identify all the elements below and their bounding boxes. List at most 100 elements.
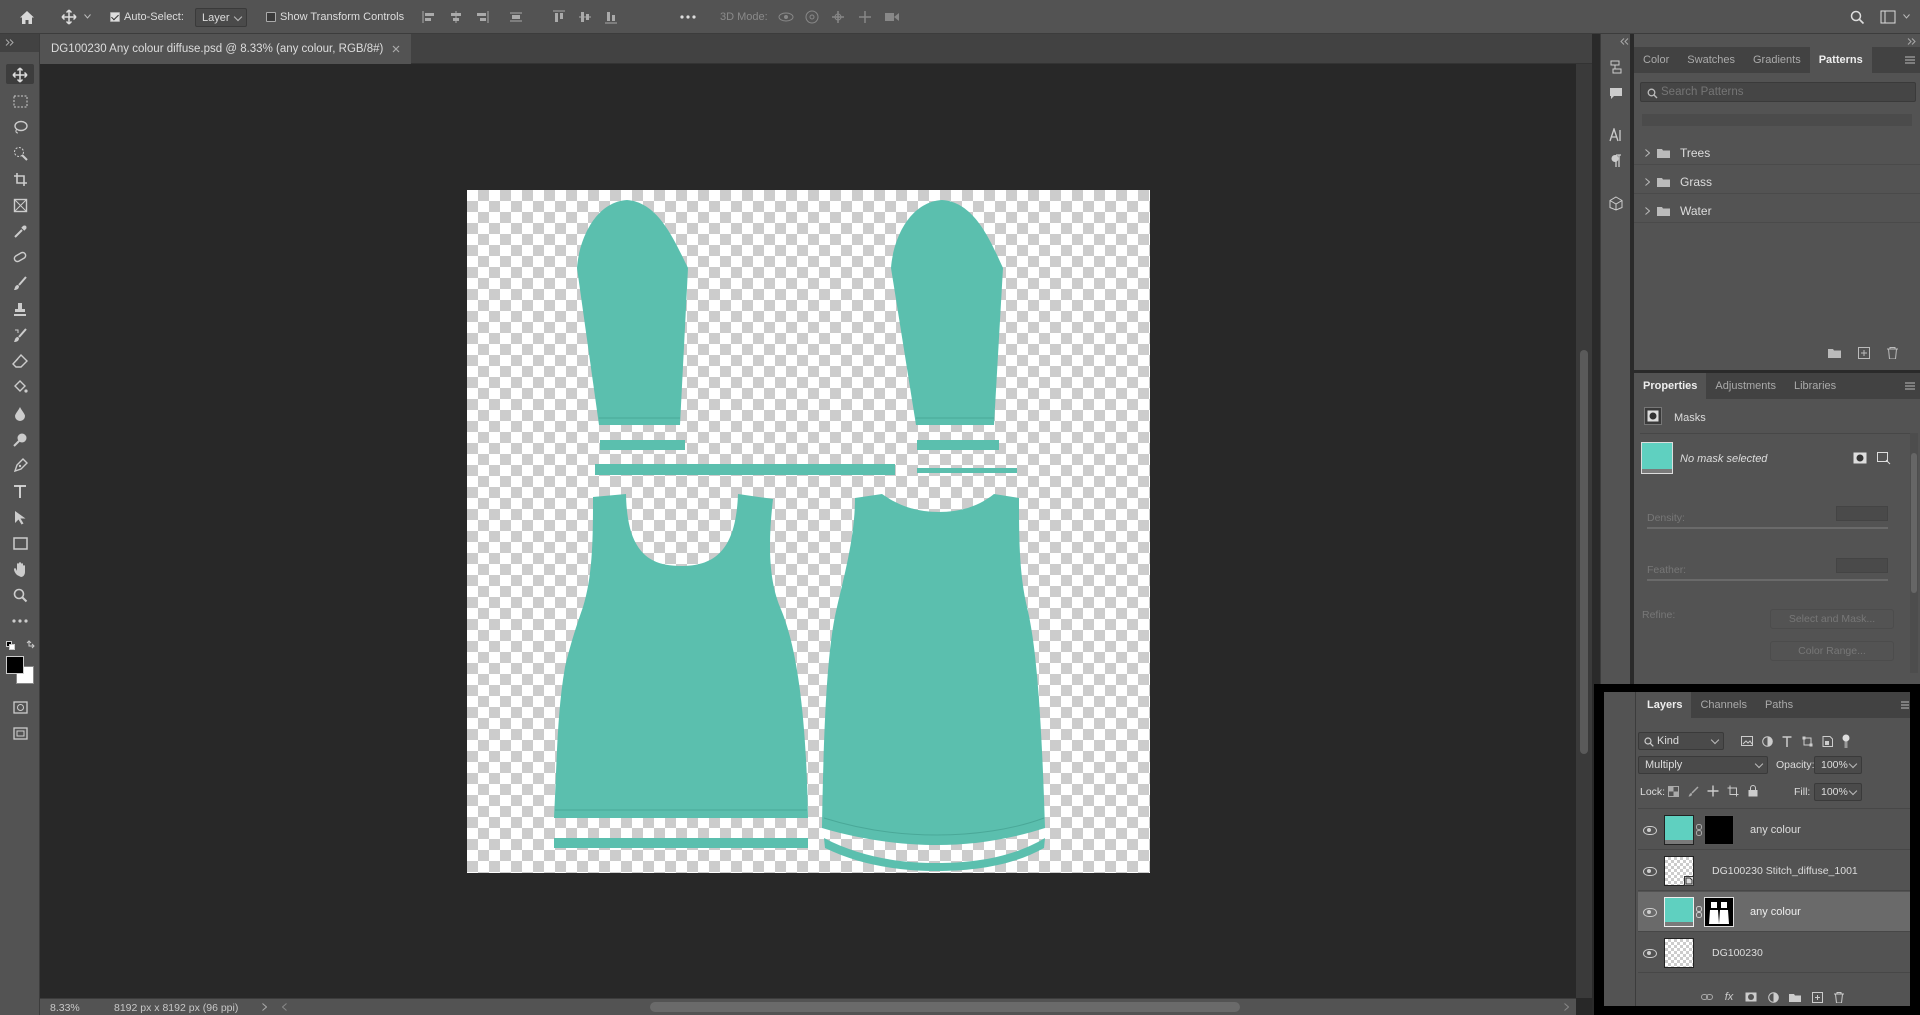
pan-3d-icon[interactable] [830,9,846,25]
tab-patterns[interactable]: Patterns [1809,47,1872,73]
visibility-eye-icon[interactable] [1642,824,1658,836]
align-middle-v-icon[interactable] [577,9,593,25]
screen-mode-icon[interactable] [10,724,30,742]
clone-stamp-tool-icon[interactable] [10,300,30,318]
link-layers-icon[interactable] [1700,991,1714,1003]
blur-tool-icon[interactable] [10,404,30,422]
lock-artboard-icon[interactable] [1726,784,1740,798]
more-horizontal-icon[interactable] [679,9,697,25]
character-panel-icon[interactable] [1606,126,1626,144]
tab-channels[interactable]: Channels [1691,692,1755,718]
new-group-folder-icon[interactable] [1826,346,1842,360]
expand-toolbar-icon[interactable] [4,37,14,47]
swap-colors-icon[interactable] [25,639,35,649]
3d-panel-icon[interactable] [1606,194,1626,212]
filter-toggle-icon[interactable] [1840,733,1852,749]
tab-color[interactable]: Color [1634,47,1678,73]
lock-position-icon[interactable] [1706,784,1720,798]
distribute-icon[interactable] [508,9,524,25]
new-group-icon[interactable] [1788,991,1802,1003]
new-adjustment-layer-icon[interactable] [1766,991,1780,1003]
status-expand-icon[interactable] [260,1002,268,1012]
zoom-tool-icon[interactable] [10,586,30,604]
layer-row[interactable]: DG100230 [1638,933,1910,973]
slide-3d-icon[interactable] [857,9,873,25]
tab-adjustments[interactable]: Adjustments [1706,373,1785,399]
align-center-h-icon[interactable] [448,9,464,25]
tab-paths[interactable]: Paths [1756,692,1802,718]
blend-mode-dropdown[interactable]: Multiply [1638,756,1768,774]
lasso-tool-icon[interactable] [10,118,30,136]
tab-swatches[interactable]: Swatches [1678,47,1744,73]
color-range-button[interactable]: Color Range... [1770,641,1894,661]
add-vector-mask-icon[interactable] [1876,451,1892,465]
eyedropper-tool-icon[interactable] [10,222,30,240]
align-bottom-icon[interactable] [603,9,619,25]
chevron-right-icon[interactable] [1643,207,1651,215]
panel-menu-icon[interactable] [1900,699,1910,711]
add-mask-icon[interactable] [1744,991,1758,1003]
home-icon[interactable] [16,7,38,27]
move-tool-icon[interactable] [10,66,30,84]
link-chain-icon[interactable] [1695,823,1703,837]
collapse-dock-icon[interactable] [1619,36,1629,46]
add-pixel-mask-icon[interactable] [1852,451,1868,465]
properties-scrollbar[interactable] [1910,433,1918,673]
vertical-scrollbar[interactable] [1576,64,1592,998]
panel-menu-icon[interactable] [1904,380,1916,392]
lock-all-icon[interactable] [1746,784,1760,798]
move-tool-icon[interactable] [60,8,78,26]
visibility-eye-icon[interactable] [1642,865,1658,877]
link-chain-icon[interactable] [1695,905,1703,919]
edit-toolbar-icon[interactable] [10,614,30,628]
type-tool-icon[interactable] [10,482,30,500]
layer-filter-kind-dropdown[interactable]: Kind [1638,732,1724,750]
visibility-eye-icon[interactable] [1642,906,1658,918]
hand-tool-icon[interactable] [10,560,30,578]
path-selection-tool-icon[interactable] [10,508,30,526]
density-slider[interactable] [1647,527,1888,529]
fx-icon[interactable]: fx [1722,990,1736,1004]
layer-row-selected[interactable]: any colour [1638,892,1910,932]
layer-row[interactable]: DG100230 Stitch_diffuse_1001 [1638,851,1910,891]
properties-scroll-thumb[interactable] [1911,453,1917,593]
close-tab-icon[interactable] [391,44,401,54]
workspace-icon[interactable] [1878,8,1898,26]
density-value-field[interactable] [1836,506,1888,521]
tab-properties[interactable]: Properties [1634,373,1707,399]
default-colors-icon[interactable] [5,640,15,650]
layer-mask-thumbnail[interactable] [1704,897,1734,927]
chevron-right-icon[interactable] [1643,178,1651,186]
comments-panel-icon[interactable] [1606,84,1626,102]
document-tab[interactable]: DG100230 Any colour diffuse.psd @ 8.33% … [40,34,412,64]
scroll-right-icon[interactable] [1562,1002,1570,1012]
history-panel-icon[interactable] [1606,58,1626,76]
fill-input[interactable]: 100% [1814,783,1862,801]
panel-menu-icon[interactable] [1904,54,1916,66]
pen-tool-icon[interactable] [10,456,30,474]
vertical-scroll-thumb[interactable] [1580,350,1588,754]
opacity-input[interactable]: 100% [1814,756,1862,774]
align-top-icon[interactable] [551,9,567,25]
layer-mask-thumbnail[interactable] [1704,815,1734,845]
collapse-panels-icon[interactable] [1906,36,1916,46]
feather-slider[interactable] [1647,579,1888,581]
tab-libraries[interactable]: Libraries [1785,373,1845,399]
scroll-left-icon[interactable] [280,1002,288,1012]
patterns-search-input[interactable] [1661,84,1911,100]
pattern-group-water[interactable]: Water [1634,199,1920,223]
filter-adjustment-icon[interactable] [1760,734,1774,748]
frame-tool-icon[interactable] [10,196,30,214]
filter-type-icon[interactable] [1780,734,1794,748]
search-icon[interactable] [1848,8,1866,26]
quick-mask-icon[interactable] [10,698,30,716]
quick-selection-tool-icon[interactable] [10,144,30,162]
filter-smart-object-icon[interactable] [1820,734,1834,748]
delete-pattern-icon[interactable] [1884,346,1900,360]
filter-pixel-icon[interactable] [1740,734,1754,748]
filter-shape-icon[interactable] [1800,734,1814,748]
new-pattern-icon[interactable] [1856,346,1872,360]
eraser-tool-icon[interactable] [10,352,30,370]
roll-3d-icon[interactable] [804,9,820,25]
auto-select-checkbox[interactable] [110,12,120,22]
